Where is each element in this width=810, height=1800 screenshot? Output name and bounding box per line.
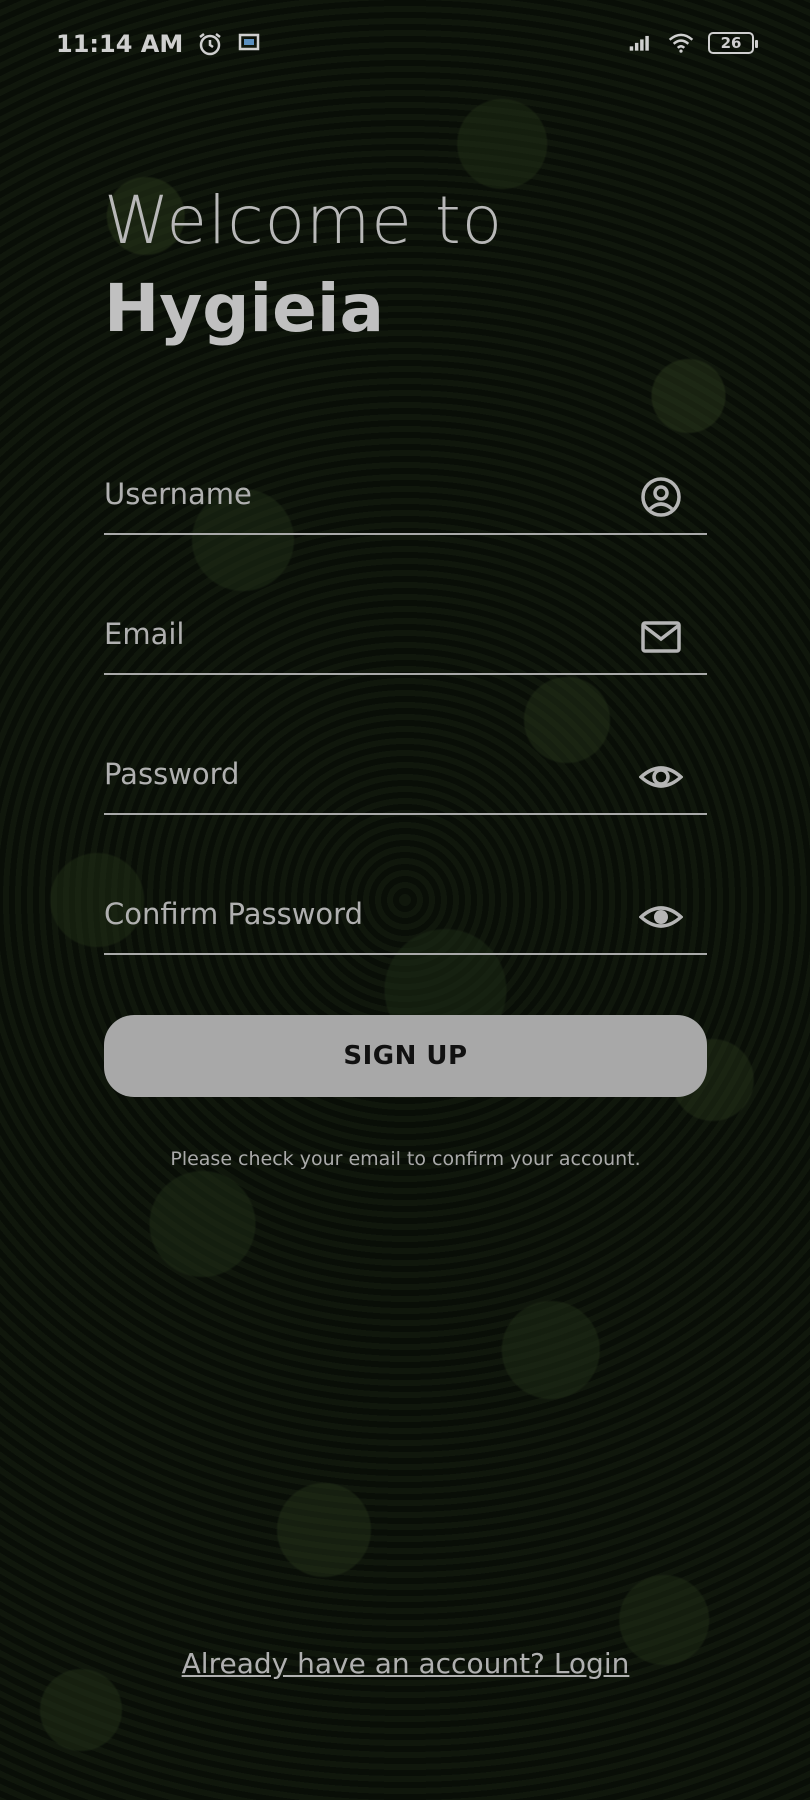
confirmation-notice: Please check your email to confirm your … [170, 1148, 641, 1170]
sign-up-button[interactable]: SIGN UP [104, 1015, 707, 1097]
alarm-icon [197, 31, 223, 57]
username-field[interactable]: Username [104, 455, 707, 535]
status-left: 11:14 AM [56, 30, 263, 58]
login-link[interactable]: Already have an account? Login [104, 1647, 707, 1680]
app-name: Hygieia [104, 270, 385, 347]
account-circle-icon [639, 475, 683, 519]
screen-icon [237, 31, 263, 57]
welcome-text: Welcome to [104, 182, 504, 259]
email-field[interactable]: Email [104, 595, 707, 675]
password-field[interactable]: Password [104, 735, 707, 815]
password-placeholder: Password [104, 757, 240, 791]
mail-icon [639, 615, 683, 659]
email-placeholder: Email [104, 617, 185, 651]
wifi-icon [668, 30, 694, 56]
status-right: 26 [628, 30, 758, 56]
confirm-password-field[interactable]: Confirm Password [104, 875, 707, 955]
status-bar: 11:14 AM 26 [0, 0, 810, 90]
eye-icon[interactable] [638, 755, 684, 799]
username-placeholder: Username [104, 477, 252, 511]
confirm-password-placeholder: Confirm Password [104, 897, 363, 931]
signal-icon [628, 30, 654, 56]
battery-indicator: 26 [708, 32, 758, 54]
eye-icon[interactable] [638, 895, 684, 939]
status-time: 11:14 AM [56, 30, 184, 58]
